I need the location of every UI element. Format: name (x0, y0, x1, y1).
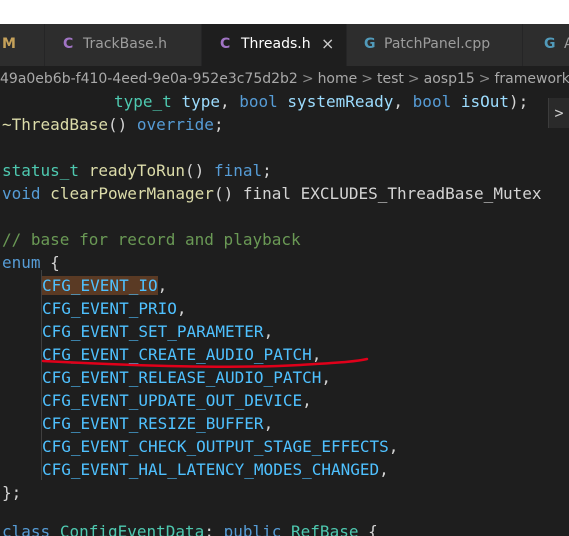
breadcrumb-separator: > (301, 71, 314, 87)
cpp-file-icon: G (364, 36, 376, 52)
editor-tab-bar: M C TrackBase.h C Threads.h × G PatchPan… (0, 24, 569, 66)
tab-truncated-a[interactable]: G A (523, 24, 569, 66)
code-editor[interactable]: type_t type, bool systemReady, bool isOu… (0, 92, 569, 536)
breadcrumb-separator: > (361, 71, 373, 87)
breadcrumb-segment[interactable]: home (318, 71, 358, 87)
breadcrumb-segment[interactable]: aosp15 (424, 71, 475, 87)
tab-label: A (564, 36, 569, 52)
file-type-icon: M (2, 36, 16, 52)
tab-truncated-m[interactable]: M (0, 24, 45, 66)
red-underline-annotation (41, 357, 369, 368)
tab-label: Threads.h (241, 36, 311, 52)
c-header-icon: C (63, 36, 74, 52)
breadcrumb-segment[interactable]: frameworks (495, 71, 569, 87)
breadcrumb-separator: > (407, 71, 420, 87)
expand-panel-button[interactable]: > (548, 98, 569, 128)
close-icon[interactable]: × (321, 34, 334, 53)
tab-label: TrackBase.h (83, 36, 168, 52)
breadcrumb: 49a0eb6b-f410-4eed-9e0a-952e3c75d2b2 > hom… (0, 66, 569, 92)
tab-label: PatchPanel.cpp (384, 36, 491, 52)
tab-threads-h[interactable]: C Threads.h × (202, 24, 347, 66)
breadcrumb-segment[interactable]: 49a0eb6b-f410-4eed-9e0a-952e3c75d2b2 (0, 71, 298, 87)
tab-trackbase-h[interactable]: C TrackBase.h (45, 24, 202, 66)
window-top-strip (0, 0, 569, 24)
breadcrumb-separator: > (478, 71, 491, 87)
tab-patchpanel-cpp[interactable]: G PatchPanel.cpp (347, 24, 523, 66)
red-underline-stroke (41, 357, 369, 368)
c-header-icon: C (220, 36, 231, 52)
breadcrumb-segment[interactable]: test (377, 71, 404, 87)
cpp-file-icon: G (544, 36, 556, 52)
